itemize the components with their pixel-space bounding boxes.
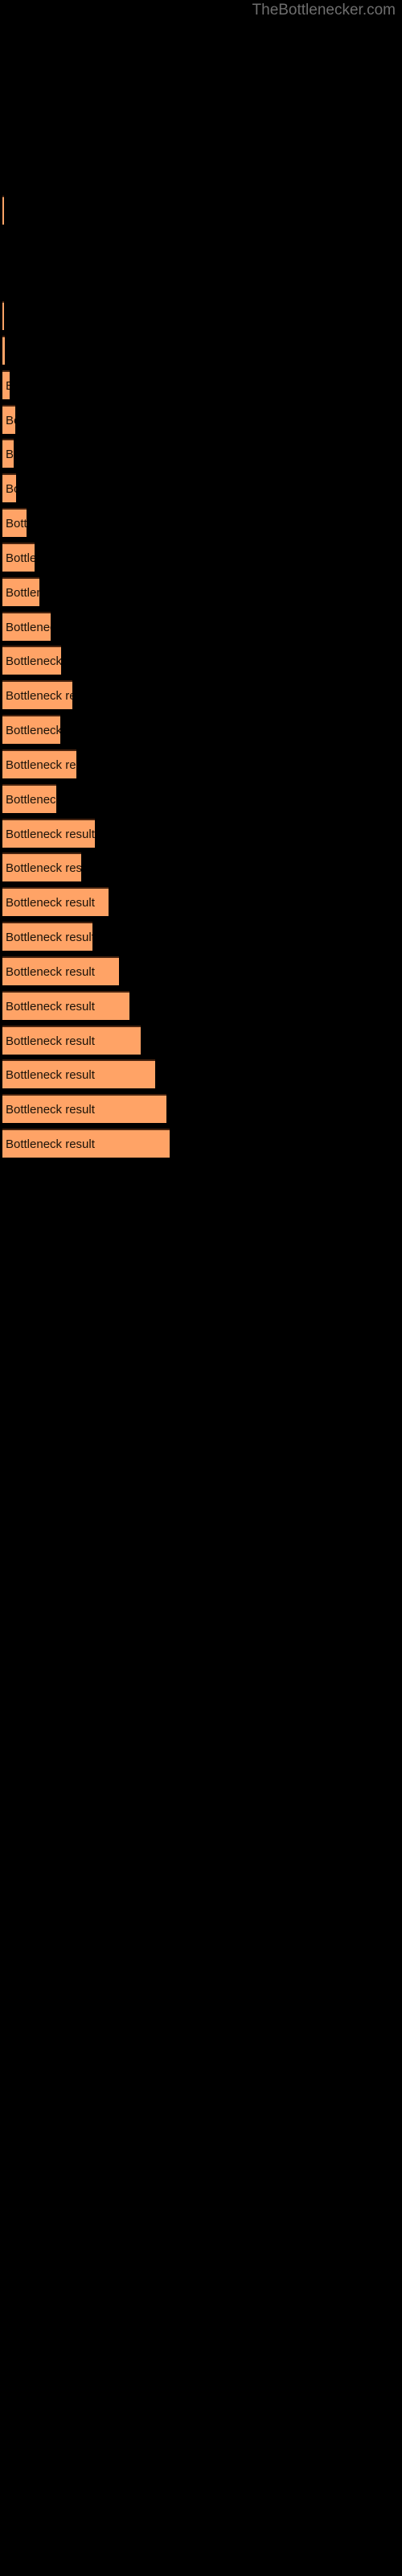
bar[interactable]: Bottleneck result [2,577,39,606]
bar[interactable]: Bottleneck result [2,819,95,848]
bottleneck-bar-chart: TheBottlenecker.com Bottleneck result Bot… [0,0,402,2576]
bar-label: Bottleneck result [6,654,61,668]
bar-label: Bottleneck result [6,828,95,841]
bar[interactable]: Bottleneck result [2,784,56,813]
bar-label: Bottleneck result [6,1103,95,1117]
bar-label: Bottleneck result [6,861,81,875]
bar[interactable]: Bottleneck result [2,370,10,399]
bar[interactable]: Bottleneck result [2,922,92,951]
bar[interactable]: Bottleneck result [2,1094,166,1123]
bar-label: Bottleneck result [6,372,10,399]
bar[interactable]: Bottleneck result [2,336,5,365]
bar[interactable]: Bottleneck result [2,612,51,641]
bar[interactable]: Bottleneck result [2,1026,141,1055]
bar[interactable]: Bottleneck result [2,1129,170,1158]
bar-label: Bottleneck result [6,482,16,496]
bar-label: Bottleneck result [6,586,39,600]
bar[interactable]: Bottleneck result [2,852,81,881]
bar-label: Bottleneck result [6,793,56,807]
bar-label: Bottleneck result [6,517,27,530]
bar[interactable]: Bottleneck result [2,196,4,225]
bar-label: Bottleneck result [6,1068,95,1082]
bar[interactable]: Bottleneck result [2,508,27,537]
bar[interactable]: Bottleneck result [2,473,16,502]
site-watermark: TheBottlenecker.com [252,2,396,19]
bar-label: Bottleneck result [6,965,95,979]
bar[interactable]: Bottleneck result [2,646,61,675]
bar-label: Bottleneck result [6,414,15,427]
bar-label: Bottleneck result [6,896,95,910]
bar[interactable]: Bottleneck result [2,887,109,916]
bar-label: Bottleneck result [6,621,51,634]
bar[interactable]: Bottleneck result [2,301,4,330]
bar[interactable]: Bottleneck result [2,680,72,709]
bar-label: Bottleneck result [6,1000,95,1013]
bar-label: Bottleneck result [6,758,76,772]
bar[interactable]: Bottleneck result [2,991,129,1020]
bar[interactable]: Bottleneck result [2,405,15,434]
bar-label: Bottleneck result [6,1034,95,1048]
bar[interactable]: Bottleneck result [2,543,35,572]
bar[interactable]: Bottleneck result [2,956,119,985]
bar-label: Bottleneck result [6,689,72,703]
bar[interactable]: Bottleneck result [2,1059,155,1088]
bar[interactable]: Bottleneck result [2,749,76,778]
bar-label: Bottleneck result [6,1137,95,1151]
bar-label: Bottleneck result [6,724,60,737]
bar[interactable]: Bottleneck result [2,715,60,744]
bar[interactable]: Bottleneck result [2,439,14,468]
bar-label: Bottleneck result [6,551,35,565]
bar-label: Bottleneck result [6,931,92,944]
bar-label: Bottleneck result [6,448,14,461]
